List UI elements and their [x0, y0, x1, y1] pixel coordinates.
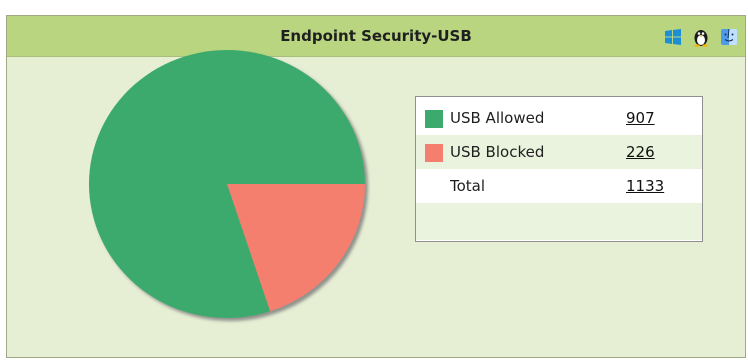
- usb-allowed-count-link[interactable]: 907: [626, 109, 655, 127]
- linux-icon[interactable]: [691, 27, 711, 47]
- endpoint-security-usb-widget: Endpoint Security-USB USB Allowed 907 US…: [6, 15, 746, 358]
- total-count-link[interactable]: 1133: [626, 177, 664, 195]
- total-label: Total: [450, 177, 486, 195]
- mac-icon[interactable]: [719, 27, 739, 47]
- legend-row-total: Total 1133: [416, 169, 702, 203]
- legend-empty-row: [416, 203, 702, 240]
- usb-allowed-swatch: [425, 110, 443, 128]
- usb-blocked-count-link[interactable]: 226: [626, 143, 655, 161]
- usb-blocked-swatch: [425, 144, 443, 162]
- usb-pie-chart: [88, 49, 365, 318]
- legend-row-usb-allowed: USB Allowed 907: [416, 101, 702, 135]
- legend-table: USB Allowed 907 USB Blocked 226 Total 11…: [415, 96, 703, 242]
- legend-row-usb-blocked: USB Blocked 226: [416, 135, 702, 169]
- usb-blocked-label: USB Blocked: [450, 143, 545, 161]
- usb-allowed-label: USB Allowed: [450, 109, 545, 127]
- os-filter-icons: [663, 26, 739, 48]
- windows-icon[interactable]: [663, 27, 683, 47]
